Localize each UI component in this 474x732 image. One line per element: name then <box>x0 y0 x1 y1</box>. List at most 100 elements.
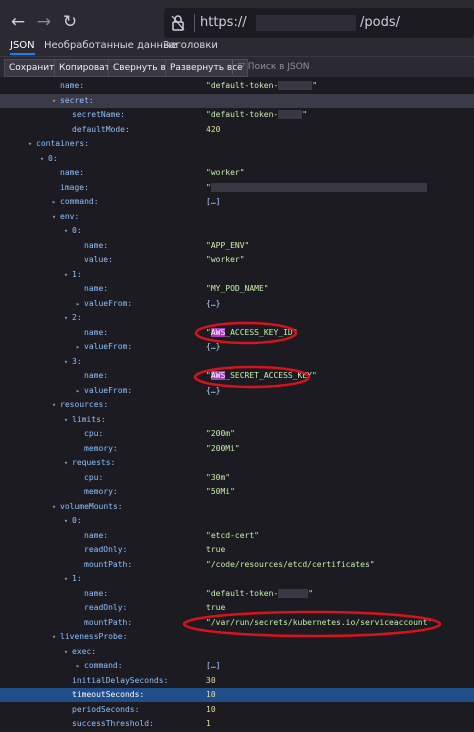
tab-raw-data[interactable]: Необработанные данные <box>44 40 177 51</box>
json-value[interactable]: {…} <box>206 384 220 398</box>
json-row[interactable]: ▾ volumeMounts: <box>0 500 474 514</box>
chevron-right-icon[interactable]: ▸ <box>74 659 82 673</box>
json-row[interactable]: ▸ command: […] <box>0 195 474 209</box>
chevron-right-icon[interactable]: ▸ <box>74 297 82 311</box>
json-row[interactable]: ▾ 2: <box>0 311 474 325</box>
chevron-down-icon[interactable]: ▾ <box>62 645 70 659</box>
json-value: "/var/run/secrets/kubernetes.io/servicea… <box>206 617 433 627</box>
json-row[interactable]: ▾ 0: <box>0 224 474 238</box>
json-row[interactable]: mountPath: "/var/run/secrets/kubernetes.i… <box>0 616 474 630</box>
url-bar[interactable]: https:// /pods/ <box>164 8 474 38</box>
json-value: "etcd-cert" <box>206 530 259 540</box>
json-row[interactable]: name: "AWS_SECRET_ACCESS_KEY" <box>0 369 474 383</box>
json-key: exec: <box>72 646 97 656</box>
json-row[interactable]: ▾ secret: <box>0 93 474 108</box>
lock-icon[interactable] <box>170 14 186 32</box>
chevron-down-icon[interactable]: ▾ <box>62 514 70 528</box>
json-row[interactable]: image: " <box>0 181 474 195</box>
chevron-down-icon[interactable]: ▾ <box>50 210 58 224</box>
json-value: 420 <box>206 124 221 134</box>
json-key: name: <box>84 530 109 540</box>
json-row[interactable]: name: "AWS_ACCESS_KEY_ID" <box>0 326 474 340</box>
json-value[interactable]: {…} <box>206 297 220 311</box>
json-key: cpu: <box>84 472 104 482</box>
chevron-down-icon[interactable]: ▾ <box>50 630 58 644</box>
json-row[interactable]: name: "worker" <box>0 166 474 180</box>
json-row[interactable]: cpu: "30m" <box>0 471 474 485</box>
tab-headers[interactable]: Заголовки <box>163 40 218 51</box>
chevron-down-icon[interactable]: ▾ <box>50 94 58 108</box>
json-row[interactable]: ▾ requests: <box>0 456 474 470</box>
json-key: name: <box>84 588 109 598</box>
json-row[interactable]: ▸ valueFrom: {…} <box>0 384 474 398</box>
json-row[interactable]: memory: "200Mi" <box>0 442 474 456</box>
json-key: defaultMode: <box>72 124 130 134</box>
json-row[interactable]: ▾ livenessProbe: <box>0 630 474 644</box>
json-row[interactable]: ▾ containers: <box>0 137 474 151</box>
json-row[interactable]: value: "worker" <box>0 253 474 267</box>
chevron-down-icon[interactable]: ▾ <box>62 572 70 586</box>
json-row[interactable]: initialDelaySeconds: 30 <box>0 674 474 688</box>
reload-icon[interactable]: ↻ <box>58 10 82 34</box>
chevron-down-icon[interactable]: ▾ <box>62 268 70 282</box>
json-row[interactable]: mountPath: "/code/resources/etcd/certific… <box>0 558 474 572</box>
chevron-down-icon[interactable]: ▾ <box>62 456 70 470</box>
chevron-down-icon[interactable]: ▾ <box>62 311 70 325</box>
json-row[interactable]: periodSeconds: 10 <box>0 703 474 717</box>
json-row[interactable]: name: "APP_ENV" <box>0 239 474 253</box>
json-row[interactable]: ▾ 0: <box>0 514 474 528</box>
json-row[interactable]: successThreshold: 1 <box>0 717 474 731</box>
tab-json[interactable]: JSON <box>10 40 35 55</box>
chevron-right-icon[interactable]: ▸ <box>50 195 58 209</box>
json-row[interactable]: ▸ command: […] <box>0 659 474 673</box>
json-value[interactable]: […] <box>206 659 220 673</box>
chevron-down-icon[interactable]: ▾ <box>50 500 58 514</box>
chevron-down-icon[interactable]: ▾ <box>62 413 70 427</box>
json-value: "200Mi" <box>206 443 240 453</box>
json-key: name: <box>84 371 109 380</box>
viewer-tabs: JSON Необработанные данные Заголовки <box>0 38 474 56</box>
json-key: 0: <box>48 153 58 163</box>
json-key: containers: <box>36 139 89 148</box>
json-row[interactable]: ▾ 0: <box>0 152 474 166</box>
json-row[interactable]: name: "MY_POD_NAME" <box>0 282 474 296</box>
chevron-down-icon[interactable]: ▾ <box>38 152 46 166</box>
json-row[interactable]: ▾ 1: <box>0 268 474 282</box>
filter-icon: ▽ <box>238 62 245 72</box>
chevron-right-icon[interactable]: ▸ <box>74 384 82 398</box>
chevron-down-icon[interactable]: ▾ <box>26 137 34 151</box>
json-value: " <box>206 181 427 195</box>
json-row[interactable]: ▾ resources: <box>0 398 474 412</box>
json-row[interactable]: name: "default-token- " <box>0 587 474 601</box>
json-key: valueFrom: <box>84 342 133 351</box>
json-row[interactable]: memory: "50Mi" <box>0 485 474 499</box>
json-row[interactable]: ▸ valueFrom: {…} <box>0 297 474 311</box>
json-row[interactable]: readOnly: true <box>0 601 474 615</box>
arrow-left-icon[interactable]: ← <box>6 10 30 34</box>
json-row[interactable]: name: "etcd-cert" <box>0 529 474 543</box>
json-row[interactable]: cpu: "200m" <box>0 427 474 441</box>
json-row[interactable]: defaultMode: 420 <box>0 123 474 137</box>
json-row[interactable]: ▾ env: <box>0 210 474 224</box>
chevron-down-icon[interactable]: ▾ <box>50 398 58 412</box>
json-row[interactable]: name: "default-token- " <box>0 79 474 93</box>
json-row[interactable]: ▸ valueFrom: {…} <box>0 340 474 354</box>
json-value[interactable]: […] <box>206 195 220 209</box>
chevron-right-icon[interactable]: ▸ <box>74 340 82 354</box>
filter-json-input[interactable]: ▽ Поиск в JSON <box>232 59 310 75</box>
json-row[interactable]: ▾ 3: <box>0 355 474 369</box>
json-row[interactable]: ▾ limits: <box>0 413 474 427</box>
chevron-down-icon[interactable]: ▾ <box>62 355 70 369</box>
json-key: timeoutSeconds: <box>72 690 145 699</box>
json-row[interactable]: timeoutSeconds: 10 <box>0 688 474 702</box>
json-value: 1 <box>206 719 211 728</box>
json-row[interactable]: ▾ exec: <box>0 645 474 659</box>
json-row[interactable]: ▾ 1: <box>0 572 474 586</box>
json-value: "AWS_ACCESS_KEY_ID" <box>206 327 298 337</box>
arrow-right-icon[interactable]: → <box>32 10 56 34</box>
json-row[interactable]: readOnly: true <box>0 543 474 557</box>
json-key: memory: <box>84 443 118 453</box>
json-value[interactable]: {…} <box>206 340 220 354</box>
json-row[interactable]: secretName: "default-token- " <box>0 108 474 122</box>
chevron-down-icon[interactable]: ▾ <box>62 224 70 238</box>
